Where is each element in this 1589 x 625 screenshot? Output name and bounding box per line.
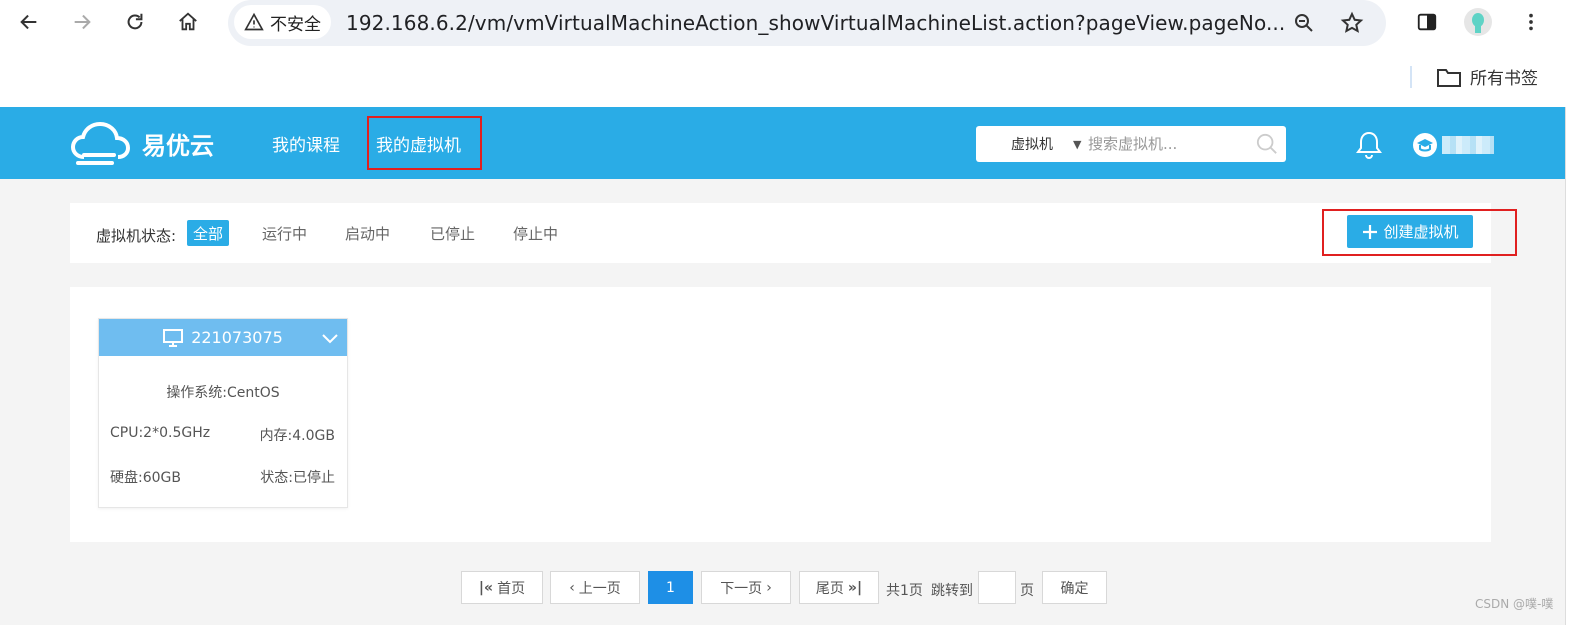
last-page-button[interactable]: 尾页 »|	[799, 571, 879, 604]
filter-all[interactable]: 全部	[187, 220, 230, 246]
prev-page-label: 上一页	[578, 580, 621, 597]
search-icon[interactable]	[1256, 133, 1278, 155]
first-page-button[interactable]: |« 首页	[461, 571, 543, 604]
scrollbar[interactable]	[1565, 107, 1589, 625]
jump-label: 跳转到	[931, 583, 973, 599]
logo-text: 易优云	[142, 131, 214, 160]
bookmarks-divider	[1410, 66, 1412, 88]
bookmark-folder-label: 所有书签	[1470, 69, 1538, 89]
first-page-label: 首页	[497, 580, 526, 597]
security-label: 不安全	[270, 14, 321, 35]
caret-down-icon[interactable]: ▼	[1073, 138, 1081, 151]
vm-os: 操作系统:CentOS	[166, 385, 280, 401]
vm-memory: 内存:4.0GB	[259, 428, 335, 444]
last-page-icon: »|	[847, 579, 863, 596]
side-panel-icon[interactable]	[1409, 6, 1445, 38]
jump-page-input[interactable]	[978, 571, 1016, 604]
bell-icon[interactable]	[1355, 129, 1383, 159]
first-page-icon: |«	[478, 579, 494, 596]
vm-cpu: CPU:2*0.5GHz	[110, 425, 211, 441]
prev-page-button[interactable]: ‹ 上一页	[550, 571, 640, 604]
vm-name: 221073075	[191, 328, 283, 347]
warning-icon	[244, 12, 264, 31]
highlight-box	[1322, 209, 1517, 256]
total-pages: 共1页	[886, 583, 923, 599]
vm-list-panel: 221073075 操作系统:CentOS CPU:2*0.5GHz 内存:4.…	[70, 287, 1491, 542]
confirm-button[interactable]: 确定	[1042, 571, 1107, 604]
bookmark-folder[interactable]: 所有书签	[1436, 64, 1538, 89]
search-input[interactable]	[1088, 126, 1248, 162]
filter-label: 虚拟机状态:	[96, 227, 177, 245]
filter-stopping[interactable]: 停止中	[507, 220, 564, 246]
url-text[interactable]: 192.168.6.2/vm/vmVirtualMachineAction_sh…	[346, 11, 1285, 35]
last-page-label: 尾页	[815, 580, 844, 597]
address-bar[interactable]: 不安全 192.168.6.2/vm/vmVirtualMachineActio…	[228, 0, 1386, 46]
profile-avatar-icon[interactable]	[1460, 6, 1496, 38]
search-type-label: 虚拟机	[1011, 137, 1053, 153]
next-page-label: 下一页	[720, 580, 763, 597]
next-page-button[interactable]: 下一页 ›	[701, 571, 791, 604]
back-icon[interactable]	[11, 6, 47, 38]
chevron-right-icon: ›	[766, 579, 772, 596]
home-icon[interactable]	[170, 6, 206, 38]
browser-toolbar: 不安全 192.168.6.2/vm/vmVirtualMachineActio…	[0, 0, 1589, 107]
forward-icon[interactable]	[64, 6, 100, 38]
menu-icon[interactable]	[1513, 6, 1549, 38]
zoom-icon[interactable]	[1290, 9, 1318, 37]
vm-spec-row: CPU:2*0.5GHz 内存:4.0GB	[110, 425, 335, 445]
page-1-button[interactable]: 1	[648, 571, 693, 604]
reload-icon[interactable]	[117, 6, 153, 38]
logo[interactable]: 易优云	[70, 117, 214, 169]
filter-running[interactable]: 运行中	[256, 220, 313, 246]
watermark: CSDN @噗-噗	[1475, 597, 1554, 611]
confirm-label: 确定	[1060, 580, 1089, 597]
folder-icon	[1437, 68, 1461, 87]
page-number: 1	[666, 579, 675, 596]
star-icon[interactable]	[1338, 9, 1366, 37]
vm-card[interactable]: 221073075 操作系统:CentOS CPU:2*0.5GHz 内存:4.…	[98, 318, 348, 508]
filter-stopped[interactable]: 已停止	[424, 220, 481, 246]
vm-spec-row: 硬盘:60GB 状态:已停止	[110, 467, 335, 487]
search-box: 虚拟机 ▼	[976, 126, 1286, 162]
monitor-icon	[163, 328, 184, 347]
nav-my-courses[interactable]: 我的课程	[272, 131, 340, 156]
vm-card-header[interactable]: 221073075	[99, 319, 347, 356]
filter-panel: 虚拟机状态: 全部 运行中 启动中 已停止 停止中 创建虚拟机	[70, 203, 1517, 263]
cloud-logo-icon	[70, 121, 131, 165]
vm-disk: 硬盘:60GB	[110, 470, 181, 486]
chevron-down-icon[interactable]	[321, 329, 339, 347]
user-graduate-icon[interactable]	[1412, 132, 1438, 158]
security-chip[interactable]: 不安全	[234, 5, 331, 39]
page-unit: 页	[1020, 583, 1034, 599]
vm-status: 状态:已停止	[260, 470, 335, 486]
highlight-box	[367, 116, 482, 170]
chevron-left-icon: ‹	[569, 579, 575, 596]
search-type-select[interactable]: 虚拟机	[976, 126, 1088, 162]
site-header: 易优云 我的课程 我的虚拟机 虚拟机 ▼	[0, 107, 1565, 179]
username-blurred[interactable]	[1442, 136, 1494, 154]
filter-starting[interactable]: 启动中	[339, 220, 396, 246]
